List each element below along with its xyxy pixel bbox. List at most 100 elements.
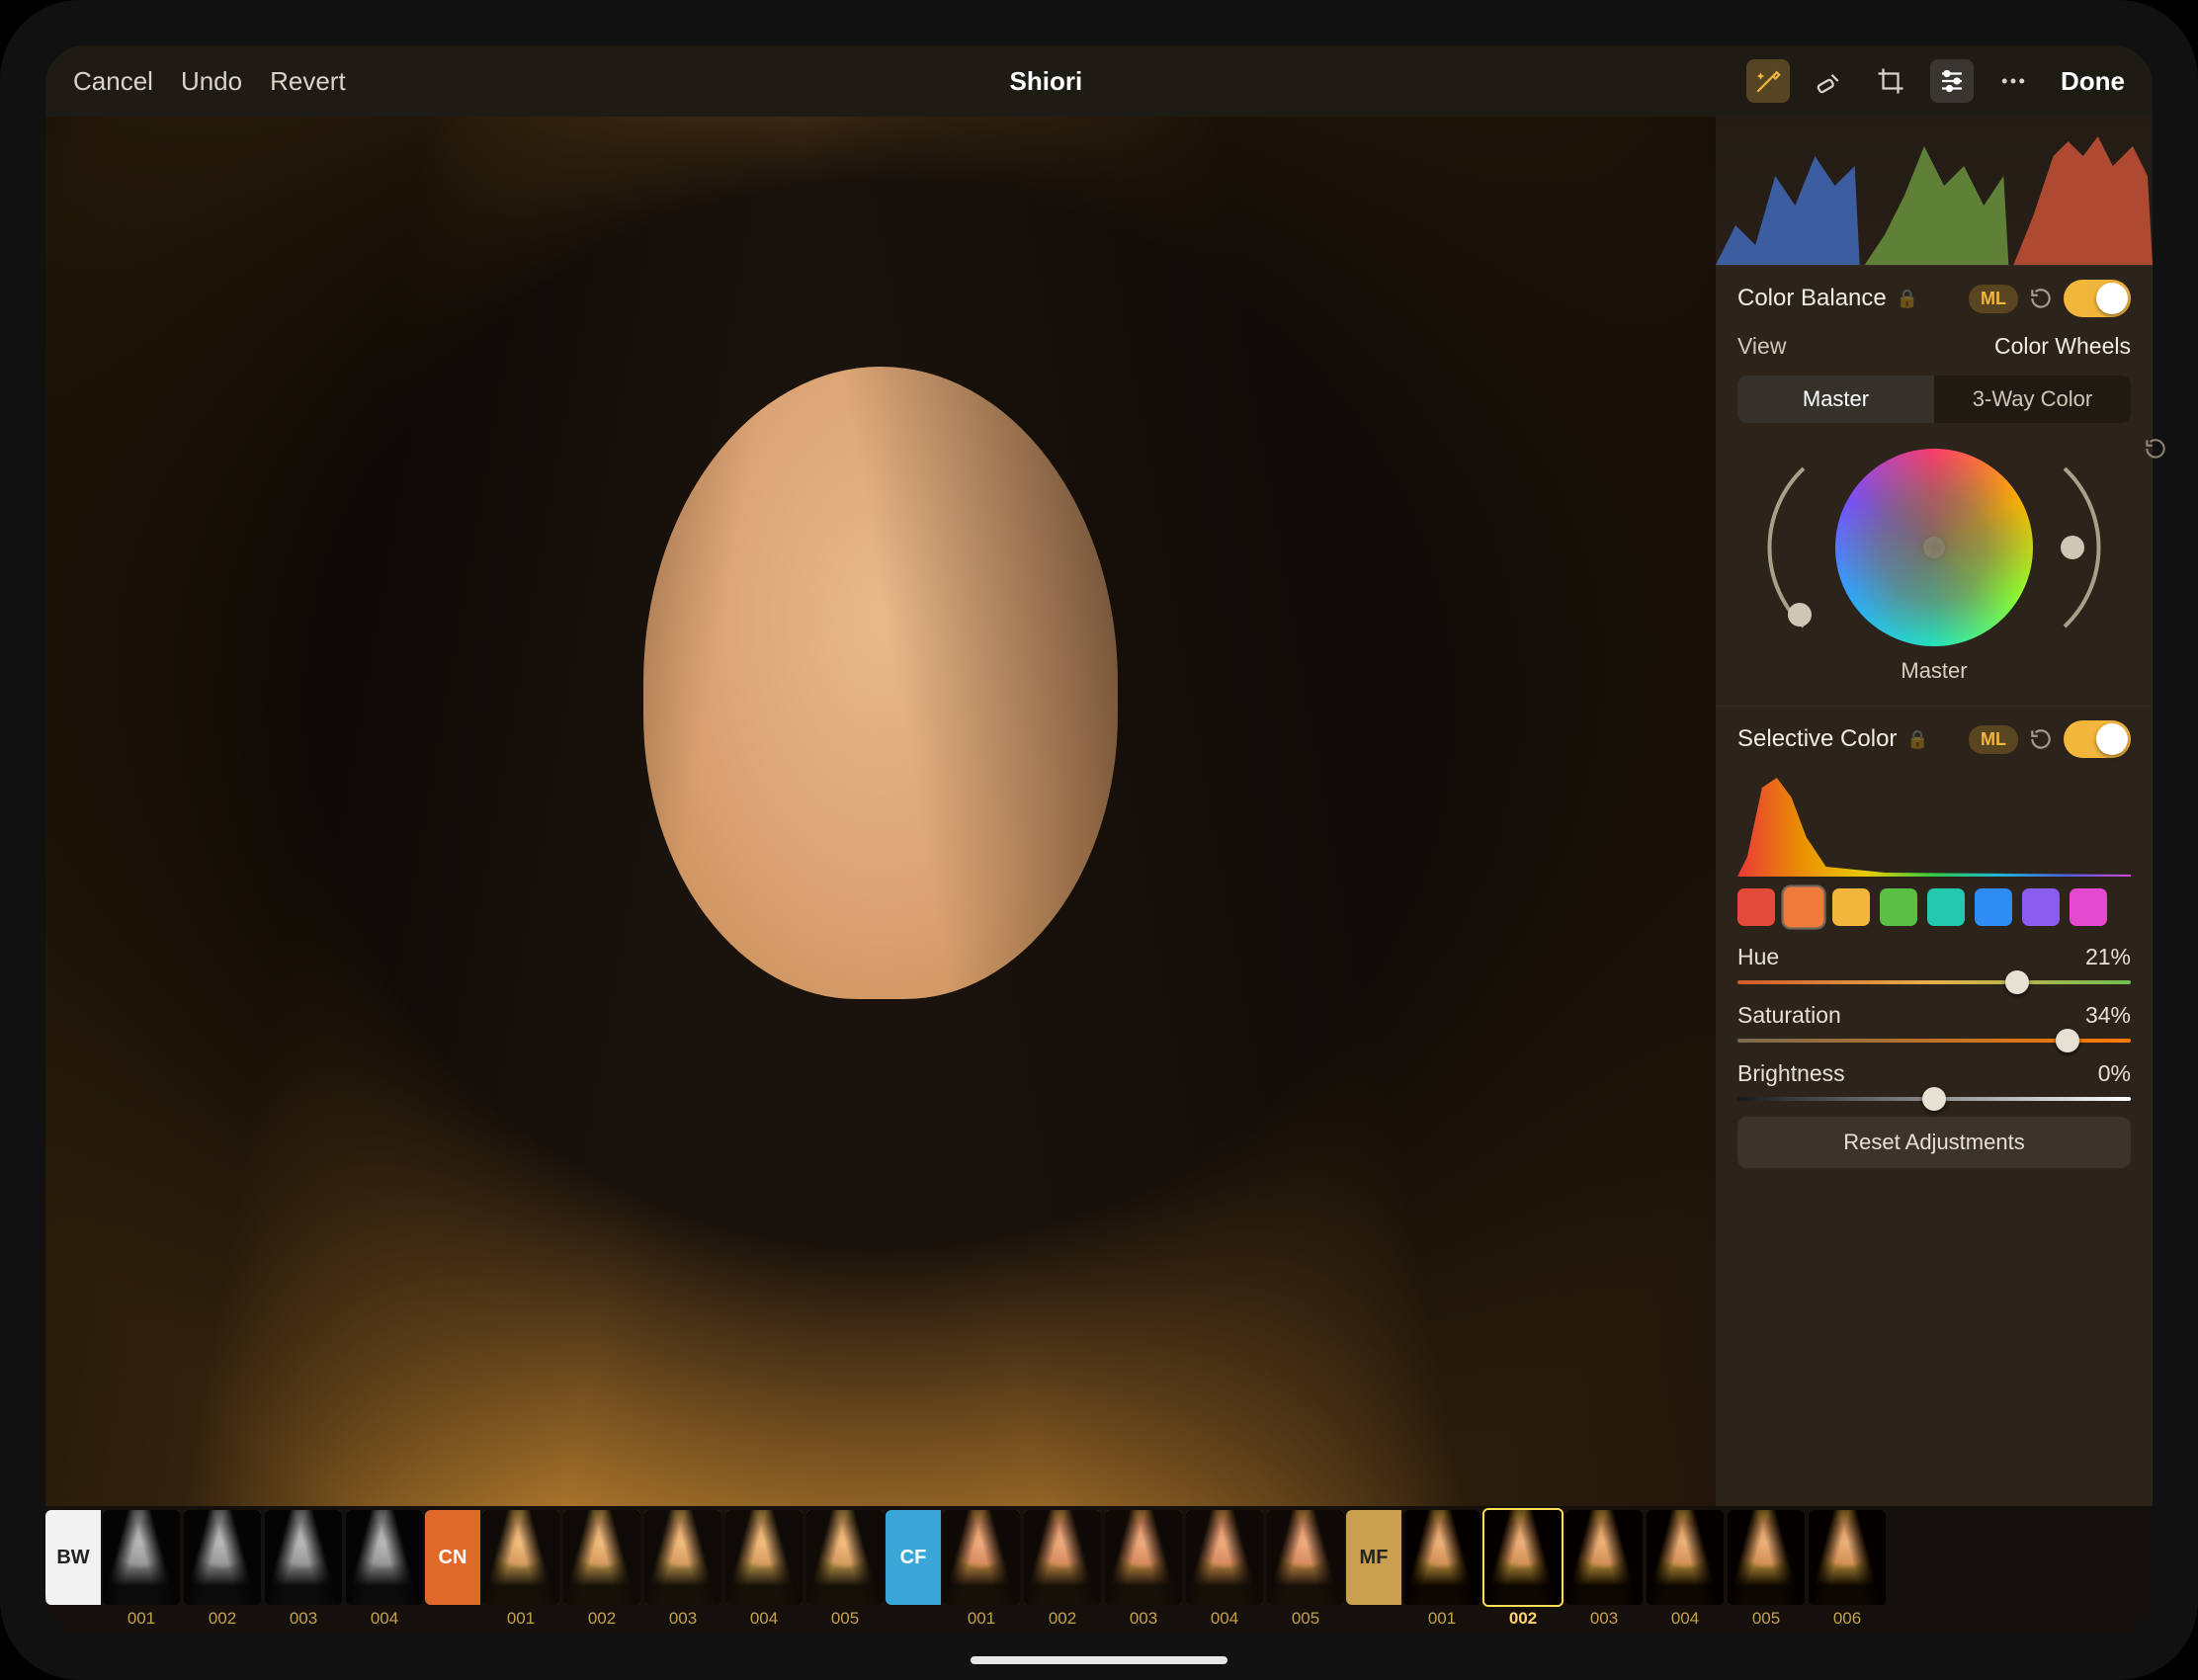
revert-button[interactable]: Revert bbox=[270, 66, 346, 97]
swatch-3[interactable] bbox=[1880, 888, 1917, 926]
preset-label: 006 bbox=[1833, 1609, 1861, 1629]
preset-label: 003 bbox=[1590, 1609, 1618, 1629]
preset-thumb[interactable]: 001 bbox=[941, 1506, 1022, 1629]
color-balance-section: Color Balance 🔒 ML View Color Wheels Mas… bbox=[1716, 265, 2153, 706]
document-title: Shiori bbox=[346, 66, 1746, 97]
undo-button[interactable]: Undo bbox=[181, 66, 242, 97]
preset-label: 004 bbox=[1671, 1609, 1699, 1629]
reset-icon[interactable] bbox=[2028, 286, 2054, 311]
preset-thumb[interactable]: 003 bbox=[263, 1506, 344, 1629]
tab-3way[interactable]: 3-Way Color bbox=[1934, 376, 2131, 423]
swatch-2[interactable] bbox=[1832, 888, 1870, 926]
preset-label: 001 bbox=[507, 1609, 535, 1629]
saturation-slider[interactable] bbox=[1737, 1039, 2131, 1043]
wheel-reset-icon[interactable] bbox=[2143, 436, 2153, 462]
left-arc-slider[interactable] bbox=[1768, 459, 1812, 636]
preset-thumb[interactable]: 004 bbox=[1184, 1506, 1265, 1629]
preset-label: 003 bbox=[1130, 1609, 1157, 1629]
rgb-histogram bbox=[1716, 117, 2153, 265]
home-indicator bbox=[971, 1656, 1227, 1664]
preset-label: 003 bbox=[669, 1609, 697, 1629]
color-wheel[interactable] bbox=[1835, 449, 2033, 646]
preset-thumb[interactable]: 005 bbox=[804, 1506, 886, 1629]
toolbar: Cancel Undo Revert Shiori bbox=[45, 45, 2153, 117]
color-swatches bbox=[1737, 888, 2131, 926]
reset-icon[interactable] bbox=[2028, 726, 2054, 752]
preset-thumb[interactable]: 004 bbox=[1645, 1506, 1726, 1629]
color-balance-title: Color Balance bbox=[1737, 285, 1887, 312]
swatch-0[interactable] bbox=[1737, 888, 1775, 926]
preset-label: 005 bbox=[831, 1609, 859, 1629]
preset-thumb[interactable]: 005 bbox=[1265, 1506, 1346, 1629]
hue-histogram bbox=[1737, 768, 2131, 877]
crop-icon[interactable] bbox=[1869, 59, 1912, 103]
swatch-5[interactable] bbox=[1975, 888, 2012, 926]
preset-thumb[interactable]: 002 bbox=[561, 1506, 642, 1629]
preset-group-bw[interactable]: BW bbox=[45, 1510, 101, 1605]
swatch-1[interactable] bbox=[1783, 886, 1823, 927]
brightness-slider[interactable] bbox=[1737, 1097, 2131, 1101]
tab-master[interactable]: Master bbox=[1737, 376, 1934, 423]
color-balance-toggle[interactable] bbox=[2064, 280, 2131, 317]
preset-thumb[interactable]: 002 bbox=[182, 1506, 263, 1629]
preset-label: 005 bbox=[1752, 1609, 1780, 1629]
preset-group-cf[interactable]: CF bbox=[886, 1510, 941, 1605]
selective-color-toggle[interactable] bbox=[2064, 720, 2131, 758]
preset-thumb[interactable]: 004 bbox=[723, 1506, 804, 1629]
preset-label: 002 bbox=[209, 1609, 236, 1629]
saturation-value: 34% bbox=[2085, 1002, 2131, 1029]
swatch-6[interactable] bbox=[2022, 888, 2060, 926]
view-value[interactable]: Color Wheels bbox=[1994, 333, 2131, 360]
ml-badge[interactable]: ML bbox=[1969, 285, 2018, 313]
preset-thumb[interactable]: 002 bbox=[1022, 1506, 1103, 1629]
lock-icon: 🔒 bbox=[1906, 729, 1928, 750]
done-button[interactable]: Done bbox=[2061, 66, 2125, 97]
hue-slider[interactable] bbox=[1737, 980, 2131, 984]
preset-group-cn[interactable]: CN bbox=[425, 1510, 480, 1605]
preset-thumb[interactable]: 003 bbox=[1564, 1506, 1645, 1629]
hue-label: Hue bbox=[1737, 944, 1779, 970]
preset-thumb[interactable]: 001 bbox=[101, 1506, 182, 1629]
preset-group-mf[interactable]: MF bbox=[1346, 1510, 1401, 1605]
preset-thumb[interactable]: 003 bbox=[1103, 1506, 1184, 1629]
preset-label: 004 bbox=[371, 1609, 398, 1629]
preset-thumb[interactable]: 006 bbox=[1807, 1506, 1888, 1629]
image-canvas[interactable] bbox=[45, 117, 1716, 1506]
swatch-7[interactable] bbox=[2070, 888, 2107, 926]
cancel-button[interactable]: Cancel bbox=[73, 66, 153, 97]
preset-label: 001 bbox=[968, 1609, 995, 1629]
preset-filmstrip[interactable]: BW001002003004CN001002003004005CF0010020… bbox=[45, 1506, 2153, 1635]
preset-thumb[interactable]: 005 bbox=[1726, 1506, 1807, 1629]
preset-label: 005 bbox=[1292, 1609, 1319, 1629]
preset-thumb[interactable]: 001 bbox=[1401, 1506, 1482, 1629]
portrait-preview bbox=[45, 117, 1716, 1506]
preset-label: 004 bbox=[1211, 1609, 1238, 1629]
preset-label: 001 bbox=[1428, 1609, 1456, 1629]
swatch-4[interactable] bbox=[1927, 888, 1965, 926]
wheel-label: Master bbox=[1737, 658, 2131, 692]
preset-label: 002 bbox=[1509, 1609, 1537, 1629]
brightness-label: Brightness bbox=[1737, 1060, 1845, 1087]
selective-color-section: Selective Color 🔒 ML bbox=[1716, 706, 2153, 1182]
preset-thumb[interactable]: 004 bbox=[344, 1506, 425, 1629]
preset-label: 002 bbox=[1049, 1609, 1076, 1629]
adjustments-icon[interactable] bbox=[1930, 59, 1974, 103]
selective-color-title: Selective Color bbox=[1737, 725, 1897, 753]
reset-adjustments-button[interactable]: Reset Adjustments bbox=[1737, 1117, 2131, 1168]
right-arc-slider[interactable] bbox=[2057, 459, 2100, 636]
adjustments-sidebar: Color Balance 🔒 ML View Color Wheels Mas… bbox=[1716, 117, 2153, 1506]
brightness-value: 0% bbox=[2098, 1060, 2131, 1087]
hue-value: 21% bbox=[2085, 944, 2131, 970]
preset-label: 004 bbox=[750, 1609, 778, 1629]
lock-icon: 🔒 bbox=[1897, 289, 1918, 309]
color-balance-mode-segment[interactable]: Master 3-Way Color bbox=[1737, 376, 2131, 423]
view-label: View bbox=[1737, 333, 1786, 360]
saturation-label: Saturation bbox=[1737, 1002, 1841, 1029]
preset-thumb[interactable]: 003 bbox=[642, 1506, 723, 1629]
magic-ml-icon[interactable] bbox=[1746, 59, 1790, 103]
ml-badge[interactable]: ML bbox=[1969, 725, 2018, 754]
preset-thumb[interactable]: 002 bbox=[1482, 1506, 1564, 1629]
more-icon[interactable] bbox=[1991, 59, 2035, 103]
preset-thumb[interactable]: 001 bbox=[480, 1506, 561, 1629]
repair-icon[interactable] bbox=[1808, 59, 1851, 103]
